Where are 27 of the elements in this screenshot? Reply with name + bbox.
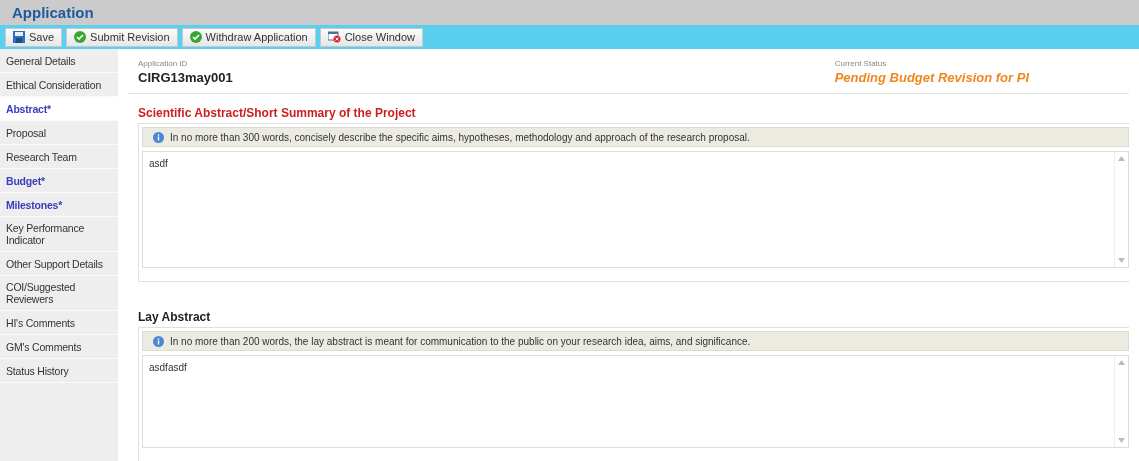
info-text: In no more than 300 words, concisely describe the specific aims, hypotheses, methodology and approach of the research proposal. (170, 131, 750, 143)
text-area[interactable]: asdf (142, 151, 1129, 268)
sidebar-item[interactable]: Abstract* (0, 97, 118, 121)
window-title: Application (12, 4, 94, 21)
info-text: In no more than 200 words, the lay abstract is meant for communication to the public on your research idea, aims, and significance. (170, 335, 751, 347)
info-icon (153, 131, 164, 143)
field-label: Application ID (138, 59, 189, 68)
scroll-down-icon[interactable] (1118, 258, 1125, 263)
text-area[interactable]: asdfasdf (142, 355, 1129, 448)
check-circle-icon (189, 31, 202, 43)
window-close-icon (327, 31, 341, 43)
toolbar-button[interactable]: Withdraw Application (181, 27, 316, 47)
field-label: Current Status (834, 59, 888, 68)
status-value: Pending Budget Revision for PI (834, 70, 1029, 85)
application-id: CIRG13may001 (138, 70, 233, 85)
toolbar-button[interactable]: Save (5, 27, 63, 47)
scrollbar[interactable] (1114, 356, 1128, 447)
toolbar-button[interactable]: Close Window (319, 27, 423, 47)
info-icon (153, 335, 164, 347)
section-title: Scientific Abstract/Short Summary of the Project (138, 106, 417, 120)
scroll-down-icon[interactable] (1118, 438, 1125, 443)
toolbar-button[interactable]: Submit Revision (66, 27, 178, 47)
scroll-up-icon[interactable] (1118, 156, 1125, 161)
scroll-up-icon[interactable] (1118, 360, 1125, 365)
check-circle-icon (74, 31, 87, 43)
section-title: Lay Abstract (138, 310, 212, 324)
scrollbar[interactable] (1114, 152, 1128, 267)
